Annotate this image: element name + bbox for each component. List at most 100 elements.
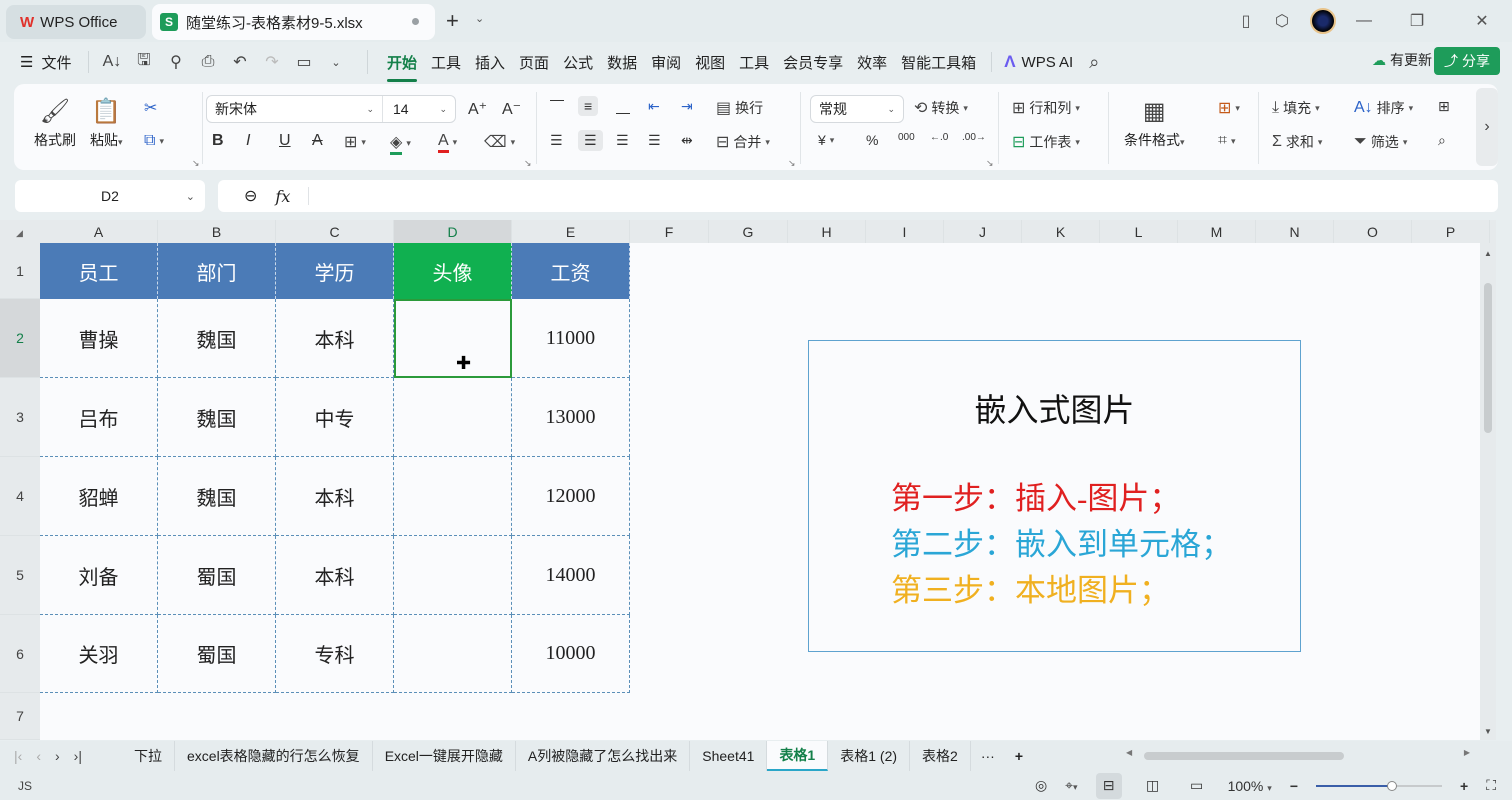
archive-icon[interactable]: ▭	[293, 52, 315, 72]
font-size-select[interactable]: 14 ⌄	[383, 96, 455, 122]
decrease-decimal-button[interactable]: .00→	[962, 132, 986, 143]
table-cell[interactable]: 吕布	[40, 378, 158, 457]
row-header[interactable]: 1	[0, 243, 40, 299]
table-cell[interactable]: 11000	[512, 299, 630, 378]
new-tab-button[interactable]: +	[446, 8, 459, 34]
tablet-mode-icon[interactable]: ▯	[1228, 11, 1264, 31]
vertical-scroll-thumb[interactable]	[1484, 283, 1492, 433]
page-break-view-icon[interactable]: ◫	[1140, 773, 1166, 799]
justify-icon[interactable]: ☰	[648, 132, 661, 149]
scroll-left-icon[interactable]: ◀	[1126, 748, 1132, 757]
column-header[interactable]: M	[1178, 220, 1256, 243]
table-cell[interactable]	[394, 457, 512, 536]
instruction-text-box[interactable]: 嵌入式图片 第一步：插入-图片； 第二步：嵌入到单元格； 第三步：本地图片；	[808, 340, 1301, 652]
font-name-select[interactable]: 新宋体 ⌄	[207, 96, 383, 122]
sort-icon[interactable]: A↓	[101, 53, 123, 71]
menu-tab-7[interactable]: 视图	[688, 52, 732, 73]
increase-font-icon[interactable]: A⁺	[468, 99, 487, 119]
menu-tab-9[interactable]: 会员专享	[776, 52, 850, 73]
align-bottom-icon[interactable]: ⎽	[616, 98, 630, 115]
sheet-tab[interactable]: excel表格隐藏的行怎么恢复	[175, 741, 373, 771]
conditional-format-button[interactable]: ▦ 条件格式▾	[1124, 94, 1185, 150]
fill-button[interactable]: ⤓ 填充 ▾	[1272, 98, 1320, 118]
update-button[interactable]: ☁ 有更新	[1372, 50, 1432, 70]
freeze-panes-icon[interactable]: ⊞	[1438, 98, 1450, 115]
horizontal-scrollbar[interactable]: ◀ ▶	[1122, 748, 1474, 761]
macro-icon[interactable]: JS	[0, 779, 32, 793]
close-button[interactable]: ✕	[1452, 11, 1512, 31]
sheet-tab[interactable]: A列被隐藏了怎么找出来	[516, 741, 691, 771]
table-cell[interactable]: 蜀国	[158, 536, 276, 615]
zoom-slider-handle[interactable]	[1386, 780, 1397, 791]
menu-tab-11[interactable]: 智能工具箱	[894, 52, 983, 73]
page-layout-view-icon[interactable]: ▭	[1184, 773, 1210, 799]
unsaved-dot-icon[interactable]	[412, 18, 419, 25]
wrap-text-button[interactable]: ▤ 换行	[716, 98, 763, 118]
row-header[interactable]: 4	[0, 457, 40, 536]
column-header[interactable]: E	[512, 220, 630, 243]
table-cell[interactable]: 本科	[276, 536, 394, 615]
zoom-slider[interactable]	[1316, 780, 1442, 791]
header-cell[interactable]: 员工	[40, 243, 158, 299]
sheet-tab[interactable]: Excel一键展开隐藏	[373, 741, 516, 771]
minimize-button[interactable]: —	[1346, 12, 1382, 30]
menu-tab-2[interactable]: 插入	[468, 52, 512, 73]
table-cell[interactable]: 魏国	[158, 457, 276, 536]
name-box[interactable]: D2 ⌄	[15, 180, 205, 212]
column-header[interactable]: G	[709, 220, 788, 243]
table-cell[interactable]: 中专	[276, 378, 394, 457]
column-header[interactable]: C	[276, 220, 394, 243]
chevron-down-icon[interactable]: ⌄	[186, 190, 195, 203]
horizontal-scroll-thumb[interactable]	[1144, 752, 1344, 760]
last-sheet-icon[interactable]: ›|	[74, 748, 82, 764]
align-center-icon[interactable]: ☰	[578, 130, 603, 151]
document-tab[interactable]: S 随堂练习-表格素材9-5.xlsx	[152, 4, 435, 40]
row-col-button[interactable]: ⊞ 行和列 ▾	[1012, 98, 1080, 118]
scroll-down-icon[interactable]: ▼	[1484, 727, 1492, 736]
sheet-tab[interactable]: 表格1 (2)	[828, 741, 911, 771]
thousands-button[interactable]: 000	[898, 132, 915, 143]
chevron-down-icon[interactable]: ⌄	[475, 12, 484, 25]
sum-button[interactable]: Σ 求和 ▾	[1272, 132, 1322, 152]
normal-view-icon[interactable]: ⊟	[1095, 772, 1122, 799]
paste-button[interactable]: 📋 粘贴▾	[90, 94, 123, 150]
zoom-out-button[interactable]: −	[1290, 778, 1298, 794]
menu-tab-0[interactable]: 开始	[380, 52, 424, 82]
column-header[interactable]: N	[1256, 220, 1334, 243]
align-middle-icon[interactable]: ≡	[578, 96, 599, 116]
column-header[interactable]: F	[630, 220, 709, 243]
wps-ai-button[interactable]: Λ WPS AI	[991, 52, 1073, 72]
table-cell[interactable]: 本科	[276, 457, 394, 536]
increase-indent-icon[interactable]: ⇥	[681, 98, 693, 115]
percent-button[interactable]: %	[866, 132, 878, 148]
formula-bar[interactable]: ⊖ fx	[218, 180, 1498, 212]
wps-home-tab[interactable]: W WPS Office	[6, 5, 146, 39]
redo-icon[interactable]: ↷	[261, 52, 283, 72]
row-header[interactable]: 2	[0, 299, 40, 378]
table-cell[interactable]: 魏国	[158, 378, 276, 457]
convert-button[interactable]: ⟲ 转换 ▾	[914, 98, 968, 118]
table-cell[interactable]	[394, 536, 512, 615]
undo-icon[interactable]: ↶	[229, 52, 251, 72]
table-cell[interactable]: 关羽	[40, 615, 158, 693]
search-icon[interactable]: ⌕	[1089, 52, 1099, 73]
row-header[interactable]: 5	[0, 536, 40, 615]
menu-tab-1[interactable]: 工具	[424, 52, 468, 73]
table-cell[interactable]: 曹操	[40, 299, 158, 378]
number-launcher-icon[interactable]: ↘	[986, 158, 994, 169]
cube-icon[interactable]: ⬡	[1264, 11, 1300, 31]
table-cell[interactable]: 13000	[512, 378, 630, 457]
eye-protection-icon[interactable]: ◎	[1035, 777, 1047, 794]
format-painter-button[interactable]: 🖌 格式刷	[34, 94, 76, 150]
table-cell[interactable]: 10000	[512, 615, 630, 693]
vertical-scrollbar[interactable]: ▲ ▼	[1480, 243, 1496, 740]
scroll-right-icon[interactable]: ▶	[1464, 748, 1470, 757]
scroll-up-icon[interactable]: ▲	[1484, 249, 1492, 258]
table-cell[interactable]: 魏国	[158, 299, 276, 378]
alignment-launcher-icon[interactable]: ↘	[788, 158, 796, 169]
copy-button[interactable]: ⧉ ▾	[144, 132, 164, 150]
menu-tab-4[interactable]: 公式	[556, 52, 600, 73]
sort-button[interactable]: A↓ 排序 ▾	[1354, 98, 1413, 118]
font-color-button[interactable]: A ▾	[438, 132, 457, 153]
column-header[interactable]: J	[944, 220, 1022, 243]
